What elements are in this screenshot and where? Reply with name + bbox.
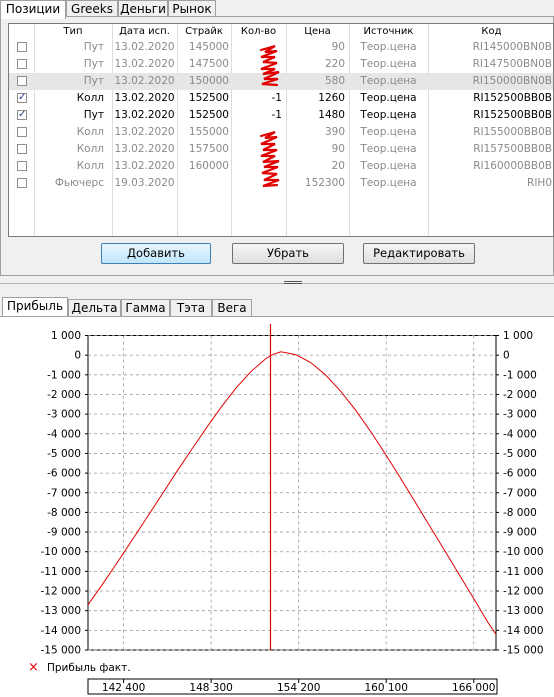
y-tick-label-left: -14 000: [40, 625, 81, 637]
edit-button[interactable]: Редактировать: [363, 243, 475, 264]
y-tick-label-right: -7 000: [503, 487, 537, 499]
y-tick-label-right: 0: [503, 350, 510, 362]
tab-positions[interactable]: Позиции: [0, 0, 66, 19]
y-tick-label-left: 0: [74, 350, 81, 362]
x-tick-label: 166 000: [452, 682, 495, 694]
y-tick-label-left: -5 000: [47, 448, 81, 460]
y-tick-label-right: -2 000: [503, 389, 537, 401]
y-tick-label-right: -6 000: [503, 468, 537, 480]
tab-delta[interactable]: Дельта: [68, 299, 121, 316]
y-tick-label-left: -3 000: [47, 409, 81, 421]
y-tick-label-left: -6 000: [47, 468, 81, 480]
y-tick-label-left: -15 000: [40, 645, 81, 657]
legend-marker-icon: ×: [28, 660, 39, 675]
y-tick-label-right: -9 000: [503, 527, 537, 539]
y-tick-label-left: -9 000: [47, 527, 81, 539]
y-tick-label-right: -12 000: [503, 586, 544, 598]
tab-greeks[interactable]: Greeks: [66, 0, 118, 17]
y-tick-label-right: -5 000: [503, 448, 537, 460]
x-tick-label: 160 100: [364, 682, 407, 694]
red-scribble-annotation: [259, 44, 280, 188]
x-tick-label: 142 400: [102, 682, 145, 694]
y-tick-label-left: -1 000: [47, 369, 81, 381]
y-tick-label-left: -2 000: [47, 389, 81, 401]
tab-market[interactable]: Рынок: [168, 0, 216, 17]
y-tick-label-left: -12 000: [40, 586, 81, 598]
y-tick-label-left: 1 000: [51, 330, 81, 342]
tab-vega[interactable]: Вега: [212, 299, 252, 316]
y-tick-label-right: -11 000: [503, 566, 544, 578]
x-tick-label: 154 200: [277, 682, 320, 694]
y-tick-label-right: -10 000: [503, 546, 544, 558]
y-tick-label-right: 1 000: [503, 330, 533, 342]
tab-profit[interactable]: Прибыль: [2, 297, 68, 316]
y-tick-label-left: -8 000: [47, 507, 81, 519]
panel-splitter[interactable]: [0, 281, 554, 287]
y-tick-label-right: -13 000: [503, 605, 544, 617]
x-tick-label: 148 300: [189, 682, 232, 694]
add-button[interactable]: Добавить: [101, 243, 211, 264]
y-tick-label-right: -4 000: [503, 428, 537, 440]
y-tick-label-left: -11 000: [40, 566, 81, 578]
legend-label: Прибыль факт.: [47, 662, 131, 674]
y-tick-label-right: -15 000: [503, 645, 544, 657]
tab-gamma[interactable]: Гамма: [121, 299, 170, 316]
remove-button[interactable]: Убрать: [232, 243, 344, 264]
y-tick-label-right: -8 000: [503, 507, 537, 519]
tab-money[interactable]: Деньги: [118, 0, 168, 17]
positions-grid[interactable]: Тип Дата исп. Страйк Кол-во Цена Источни…: [8, 23, 554, 237]
tab-theta[interactable]: Тэта: [170, 299, 212, 316]
y-tick-label-left: -4 000: [47, 428, 81, 440]
profit-chart[interactable]: 1 000 1 000 0 0 -1 000 -1 000 -2 000 -2 000 -3 0…: [0, 316, 554, 696]
y-tick-label-right: -14 000: [503, 625, 544, 637]
y-tick-label-right: -3 000: [503, 409, 537, 421]
y-tick-label-right: -1 000: [503, 369, 537, 381]
y-tick-label-left: -7 000: [47, 487, 81, 499]
y-tick-label-left: -13 000: [40, 605, 81, 617]
y-tick-label-left: -10 000: [40, 546, 81, 558]
